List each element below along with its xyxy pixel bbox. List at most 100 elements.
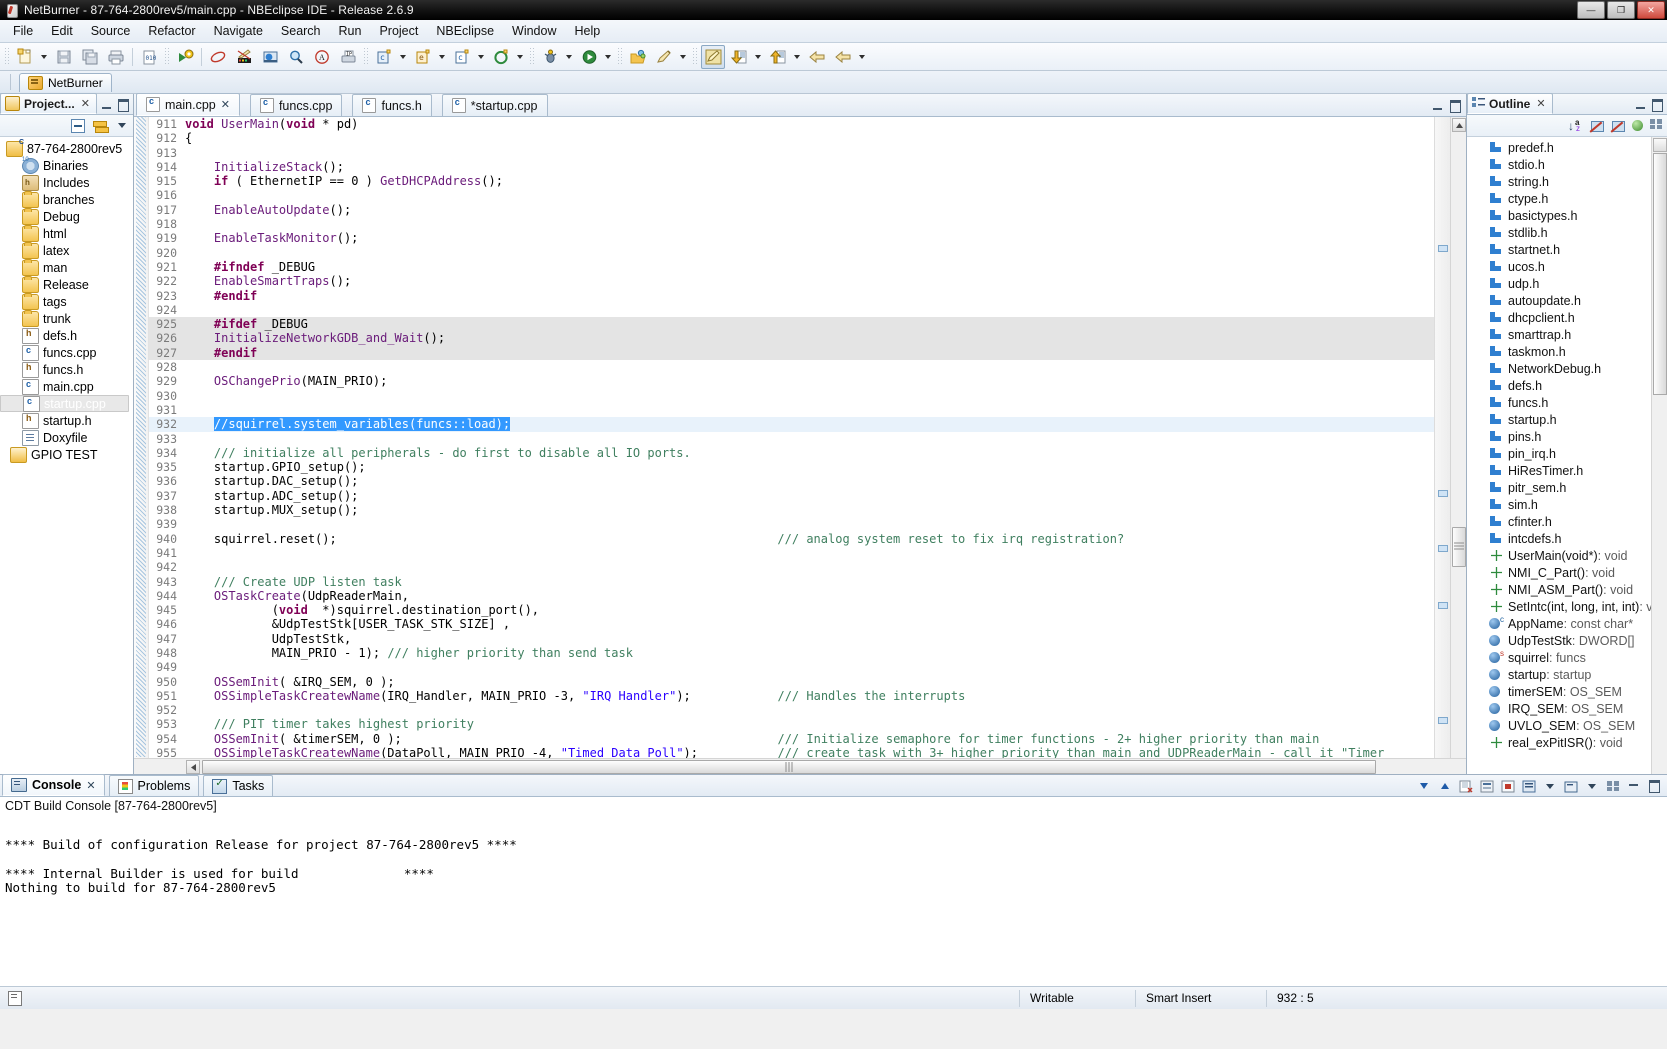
outline-item[interactable]: funcs.h [1467,394,1651,411]
overview-marker[interactable] [1438,245,1448,252]
link-with-editor-icon[interactable] [91,117,109,134]
outline-item[interactable]: udp.h [1467,275,1651,292]
outline-item[interactable]: timerSEM : OS_SEM [1467,683,1651,700]
close-icon[interactable]: ✕ [81,97,90,110]
tree-item-tags[interactable]: tags [0,292,133,310]
code-line[interactable]: 941 [149,546,1434,560]
upload-icon[interactable] [766,45,790,69]
maximize-view-icon[interactable] [117,99,130,112]
debug-icon[interactable] [538,45,562,69]
tree-item-gpio-test[interactable]: GPIO TEST [0,446,133,463]
outline-item[interactable]: startup.h [1467,411,1651,428]
code-line[interactable]: 948 MAIN_PRIO - 1); /// higher priority … [149,646,1434,660]
scroll-up-icon[interactable] [1436,778,1453,794]
outline-item[interactable]: SetIntc(int, long, int, int) : v [1467,598,1651,615]
chevron-down-icon-2[interactable] [1583,778,1600,794]
tree-item-latex[interactable]: latex [0,241,133,259]
editor-tab-startup-cpp[interactable]: *startup.cpp [441,94,548,116]
toolbar-grip-4[interactable] [529,47,535,66]
outline-scroll-thumb[interactable] [1653,153,1667,395]
code-line[interactable]: 913 [149,146,1434,160]
tree-item-man[interactable]: man [0,258,133,276]
close-icon[interactable]: ✕ [1536,97,1545,110]
outline-item[interactable]: IRQ_SEM : OS_SEM [1467,700,1651,717]
tree-item-defs-h[interactable]: defs.h [0,327,133,344]
print-ip-icon[interactable]: IP [336,45,360,69]
code-line[interactable]: 923 #endif [149,289,1434,303]
code-line[interactable]: 921 #ifndef _DEBUG [149,260,1434,274]
code-line[interactable]: 943 /// Create UDP listen task [149,575,1434,589]
code-line[interactable]: 926 InitializeNetworkGDB_and_Wait(); [149,331,1434,346]
tree-item-funcs-h[interactable]: funcs.h [0,361,133,378]
minimize-button[interactable]: — [1577,1,1605,19]
toolbar-grip-6[interactable] [692,47,698,66]
scroll-up-arrow-icon[interactable] [1452,118,1466,132]
code-line[interactable]: 946 &UdpTestStk[USER_TASK_STK_SIZE] , [149,617,1434,631]
search-icon[interactable] [284,45,308,69]
tree-item-funcs-cpp[interactable]: funcs.cpp [0,344,133,361]
overview-marker[interactable] [1438,602,1448,609]
view-menu-icon[interactable] [113,117,130,134]
code-line[interactable]: 924 [149,303,1434,317]
code-line[interactable]: 947 UdpTestStk, [149,632,1434,646]
tree-item-binaries[interactable]: Binaries [0,157,133,174]
outline-item[interactable]: HiResTimer.h [1467,462,1651,479]
outline-item[interactable]: string.h [1467,173,1651,190]
overview-marker[interactable] [1438,490,1448,497]
download-dropdown-icon[interactable] [752,46,764,68]
tab-console[interactable]: Console ✕ [2,774,105,796]
perspective-tab-netburner[interactable]: NetBurner [19,72,112,92]
pin-console-icon[interactable] [1478,778,1495,794]
new-c-project-icon[interactable]: e [411,45,435,69]
outline-item[interactable]: stdio.h [1467,156,1651,173]
outline-item[interactable]: taskmon.h [1467,343,1651,360]
menu-run[interactable]: Run [330,21,371,41]
open-declaration-icon[interactable] [258,45,282,69]
outline-item[interactable]: autoupdate.h [1467,292,1651,309]
outline-item[interactable]: s squirrel : funcs [1467,649,1651,666]
close-icon[interactable]: ✕ [221,98,230,111]
outline-item[interactable]: basictypes.h [1467,207,1651,224]
tree-item-main-cpp[interactable]: main.cpp [0,378,133,395]
chevron-down-icon[interactable] [1541,778,1558,794]
tree-item-debug[interactable]: Debug [0,207,133,225]
menu-nbeclipse[interactable]: NBEclipse [427,21,503,41]
code-line[interactable]: 933 [149,432,1434,446]
open-resource-icon[interactable] [626,45,650,69]
editor-tab-funcs-h[interactable]: funcs.h [352,94,432,116]
code-line[interactable]: 930 [149,389,1434,403]
outline-item[interactable]: startnet.h [1467,241,1651,258]
maximize-editor-icon[interactable] [1449,100,1462,113]
print-icon[interactable] [104,45,128,69]
code-line[interactable]: 935 startup.GPIO_setup(); [149,460,1434,474]
code-line[interactable]: 936 startup.DAC_setup(); [149,474,1434,488]
tree-item-includes[interactable]: Includes [0,174,133,191]
code-line[interactable]: 916 [149,188,1434,202]
scroll-left-arrow-icon[interactable] [186,760,200,774]
run-external-tools-icon[interactable] [173,45,197,69]
outline-item[interactable]: ucos.h [1467,258,1651,275]
outline-item[interactable]: NMI_ASM_Part() : void [1467,581,1651,598]
sort-icon[interactable]: az [1568,118,1584,133]
code-line[interactable]: 912 { [149,131,1434,145]
code-line[interactable]: 955 OSSimpleTaskCreatewName(DataPoll, MA… [149,746,1434,758]
new-c-project-dropdown-icon[interactable] [436,46,448,68]
debug-dropdown-icon[interactable] [563,46,575,68]
code-line[interactable]: 952 [149,703,1434,717]
minimize-panel-icon[interactable] [1625,778,1642,794]
forward-icon[interactable] [831,45,855,69]
back-icon[interactable] [805,45,829,69]
code-line[interactable]: 927 #endif [149,345,1434,361]
forward-dropdown-icon[interactable] [856,46,868,68]
tab-problems[interactable]: Problems [108,775,200,796]
menu-file[interactable]: File [4,21,42,41]
new-c-class-icon[interactable]: c [372,45,396,69]
outline-item[interactable]: pitr_sem.h [1467,479,1651,496]
outline-scrollbar[interactable] [1651,137,1667,774]
code-line[interactable]: 915 if ( EthernetIP == 0 ) GetDHCPAddres… [149,174,1434,188]
code-line[interactable]: 950 OSSemInit( &IRQ_SEM, 0 ); [149,675,1434,689]
menu-refactor[interactable]: Refactor [139,21,204,41]
highlight-icon[interactable] [701,44,725,69]
tree-item-project[interactable]: 87-764-2800rev5 [0,139,133,157]
tree-item-startup-cpp[interactable]: startup.cpp [0,395,129,412]
